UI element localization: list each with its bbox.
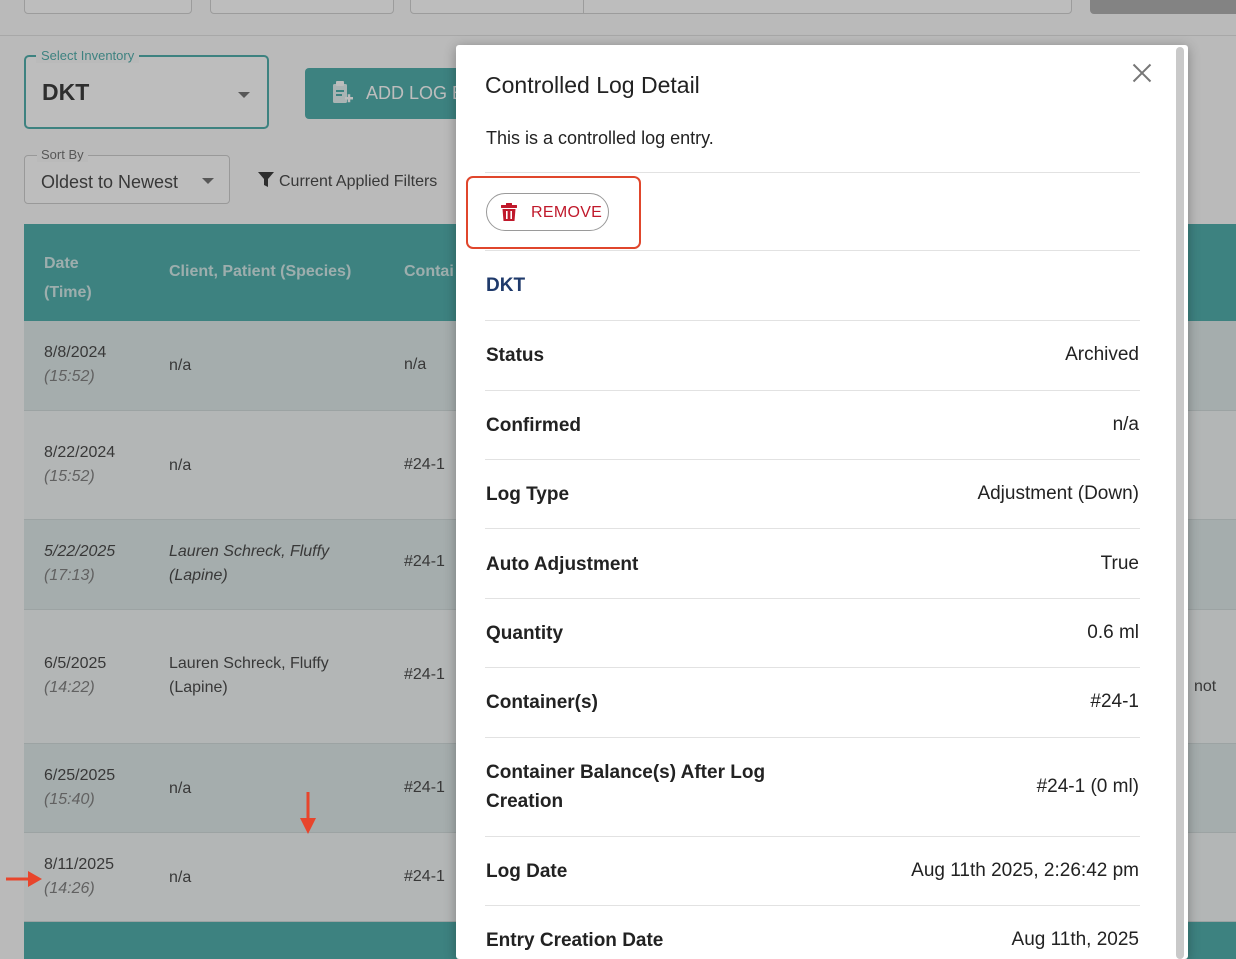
detail-label: Log Type (486, 484, 570, 505)
detail-label: Container Balance(s) After Log Creation (486, 762, 766, 812)
detail-label: Entry Creation Date (486, 930, 664, 951)
detail-value: n/a (1112, 414, 1139, 435)
detail-value: Aug 11th, 2025 (1011, 929, 1139, 950)
detail-row-entry-creation-date: Entry Creation Date Aug 11th, 2025 (485, 906, 1140, 959)
detail-row-containers: Container(s) #24-1 (485, 668, 1140, 737)
close-icon[interactable] (1128, 59, 1156, 87)
controlled-log-detail-modal: Controlled Log Detail This is a controll… (456, 45, 1188, 959)
inventory-name: DKT (486, 275, 526, 296)
detail-row-log-date: Log Date Aug 11th 2025, 2:26:42 pm (485, 837, 1140, 905)
divider (485, 172, 1140, 173)
detail-label: Container(s) (486, 692, 598, 713)
detail-value: 0.6 ml (1087, 622, 1139, 643)
remove-button[interactable]: REMOVE (486, 193, 609, 231)
detail-row-log-type: Log Type Adjustment (Down) (485, 460, 1140, 529)
detail-value: Archived (1065, 344, 1139, 365)
detail-label: Confirmed (486, 415, 581, 436)
modal-description: This is a controlled log entry. (486, 128, 714, 148)
annotation-arrow-down (300, 792, 316, 834)
divider (485, 250, 1140, 251)
detail-label: Quantity (486, 623, 564, 644)
detail-label: Auto Adjustment (486, 554, 639, 575)
detail-row-quantity: Quantity 0.6 ml (485, 599, 1140, 668)
annotation-arrow-right (6, 871, 42, 887)
detail-label: Status (486, 345, 545, 366)
modal-scrollbar[interactable] (1176, 47, 1184, 959)
detail-row-confirmed: Confirmed n/a (485, 391, 1140, 460)
detail-value: #24-1 (0 ml) (1036, 776, 1139, 797)
detail-value: Adjustment (Down) (977, 483, 1139, 504)
detail-row-status: Status Archived (485, 321, 1140, 390)
detail-label: Log Date (486, 861, 568, 882)
trash-icon (501, 203, 517, 221)
remove-label: REMOVE (531, 204, 603, 221)
detail-value: Aug 11th 2025, 2:26:42 pm (911, 860, 1139, 881)
detail-value: #24-1 (1090, 691, 1139, 712)
detail-row-auto-adjustment: Auto Adjustment True (485, 529, 1140, 598)
detail-value: True (1100, 553, 1139, 574)
modal-title: Controlled Log Detail (485, 72, 700, 98)
detail-row-container-balance: Container Balance(s) After Log Creation … (485, 738, 1140, 836)
